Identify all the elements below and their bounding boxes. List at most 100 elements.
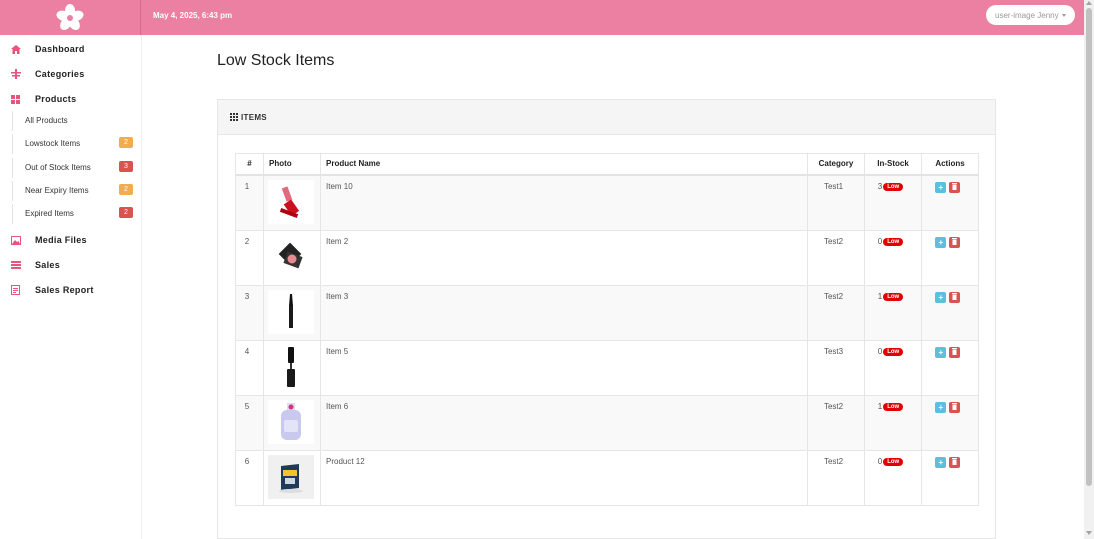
user-menu-button[interactable]: user-image Jenny [986, 5, 1075, 25]
delete-button[interactable] [948, 401, 960, 413]
blush-compact-icon [278, 242, 303, 268]
image-icon [10, 235, 21, 245]
row-number: 3 [235, 284, 264, 341]
delete-button[interactable] [948, 346, 960, 358]
product-name: Product 12 [320, 449, 808, 506]
submenu-item-label: Out of Stock Items [25, 163, 91, 172]
sidebar-item-sales[interactable]: Sales [0, 255, 141, 275]
column-header-photo: Photo [263, 153, 321, 176]
report-icon [10, 285, 21, 295]
low-stock-table: # Photo Product Name Category In-Stock A… [235, 153, 979, 506]
row-number: 1 [235, 174, 264, 231]
lotion-bottle-icon [281, 402, 301, 440]
low-stock-badge: Low [883, 347, 904, 356]
panel-title: ITEMS [241, 112, 267, 122]
add-stock-button[interactable]: + [935, 456, 947, 468]
trash-icon [951, 237, 957, 245]
add-stock-button[interactable]: + [935, 291, 947, 303]
scroll-up-arrow-icon[interactable] [1086, 1, 1092, 5]
mascara-icon [287, 346, 295, 387]
product-name: Item 10 [320, 174, 808, 231]
product-name: Item 6 [320, 394, 808, 451]
stock-cell: 1 Low [864, 284, 922, 341]
th-icon [230, 113, 238, 121]
row-number: 6 [235, 449, 264, 506]
product-photo[interactable] [268, 399, 314, 444]
current-datetime: May 4, 2025, 6:43 pm [153, 11, 233, 20]
stock-cell: 3 Low [864, 174, 922, 231]
actions-cell: + [921, 229, 979, 286]
logo[interactable] [0, 0, 141, 35]
product-name: Item 2 [320, 229, 808, 286]
stock-cell: 1 Low [864, 394, 922, 451]
sidebar-item-sales-report[interactable]: Sales Report [0, 280, 141, 300]
count-badge: 2 [119, 137, 133, 148]
product-name: Item 5 [320, 339, 808, 396]
sidebar-item-media-files[interactable]: Media Files [0, 230, 141, 250]
scroll-down-arrow-icon[interactable] [1086, 531, 1092, 535]
low-stock-badge: Low [883, 457, 904, 466]
sidebar-item-label: Products [35, 94, 77, 104]
table-row: 5 Item 6 Test2 1 Low + [235, 394, 979, 451]
product-photo[interactable] [268, 289, 314, 334]
sunscreen-pack-icon [279, 463, 303, 493]
table-header-row: # Photo Product Name Category In-Stock A… [235, 153, 979, 176]
sidebar-item-products[interactable]: Products [0, 89, 141, 109]
stock-count: 3 [877, 181, 883, 191]
stock-count: 1 [877, 291, 883, 301]
sidebar: Dashboard Categories Products All Produc… [0, 35, 142, 539]
product-photo[interactable] [268, 454, 314, 499]
submenu-item-all-products[interactable]: All Products [12, 111, 141, 131]
delete-button[interactable] [948, 236, 960, 248]
stock-cell: 0 Low [864, 339, 922, 396]
submenu-item-near-expiry[interactable]: Near Expiry Items 2 [12, 181, 141, 201]
delete-button[interactable] [948, 291, 960, 303]
actions-cell: + [921, 394, 979, 451]
sidebar-item-categories[interactable]: Categories [0, 64, 141, 84]
low-stock-badge: Low [883, 292, 904, 301]
add-stock-button[interactable]: + [935, 346, 947, 358]
count-badge: 2 [119, 184, 133, 195]
table-row: 2 Item 2 Test2 0 Low + [235, 229, 979, 286]
submenu-item-lowstock[interactable]: Lowstock Items 2 [12, 134, 141, 154]
sidebar-item-dashboard[interactable]: Dashboard [0, 39, 141, 59]
add-stock-button[interactable]: + [935, 181, 947, 193]
trash-icon [951, 347, 957, 355]
low-stock-badge: Low [883, 237, 904, 246]
sidebar-item-label: Dashboard [35, 44, 85, 54]
delete-button[interactable] [948, 456, 960, 468]
product-photo[interactable] [268, 179, 314, 224]
add-stock-button[interactable]: + [935, 401, 947, 413]
category-cell: Test2 [807, 449, 865, 506]
low-stock-badge: Low [883, 402, 904, 411]
top-bar: May 4, 2025, 6:43 pm user-image Jenny [0, 0, 1084, 35]
column-header-number: # [235, 153, 264, 176]
column-header-category: Category [807, 153, 865, 176]
row-number: 4 [235, 339, 264, 396]
row-number: 2 [235, 229, 264, 286]
product-name: Item 3 [320, 284, 808, 341]
panel-header: ITEMS [218, 100, 995, 135]
photo-cell [263, 449, 321, 506]
scrollbar-thumb[interactable] [1086, 8, 1092, 486]
submenu-item-expired[interactable]: Expired Items 2 [12, 204, 141, 224]
submenu-item-label: Near Expiry Items [25, 186, 89, 195]
stock-count: 0 [877, 456, 883, 466]
column-header-in-stock: In-Stock [864, 153, 922, 176]
table-row: 3 Item 3 Test2 1 Low + [235, 284, 979, 341]
submenu-item-label: Expired Items [25, 209, 74, 218]
submenu-item-label: All Products [25, 116, 68, 125]
photo-cell [263, 394, 321, 451]
flower-logo-icon [56, 3, 84, 30]
add-stock-button[interactable]: + [935, 236, 947, 248]
trash-icon [951, 292, 957, 300]
product-photo[interactable] [268, 234, 314, 279]
column-header-actions: Actions [921, 153, 979, 176]
table-row: 4 Item 5 Test3 0 Low + [235, 339, 979, 396]
submenu-item-out-of-stock[interactable]: Out of Stock Items 3 [12, 158, 141, 178]
actions-cell: + [921, 174, 979, 231]
delete-button[interactable] [948, 181, 960, 193]
stock-cell: 0 Low [864, 449, 922, 506]
photo-cell [263, 339, 321, 396]
product-photo[interactable] [268, 344, 314, 389]
